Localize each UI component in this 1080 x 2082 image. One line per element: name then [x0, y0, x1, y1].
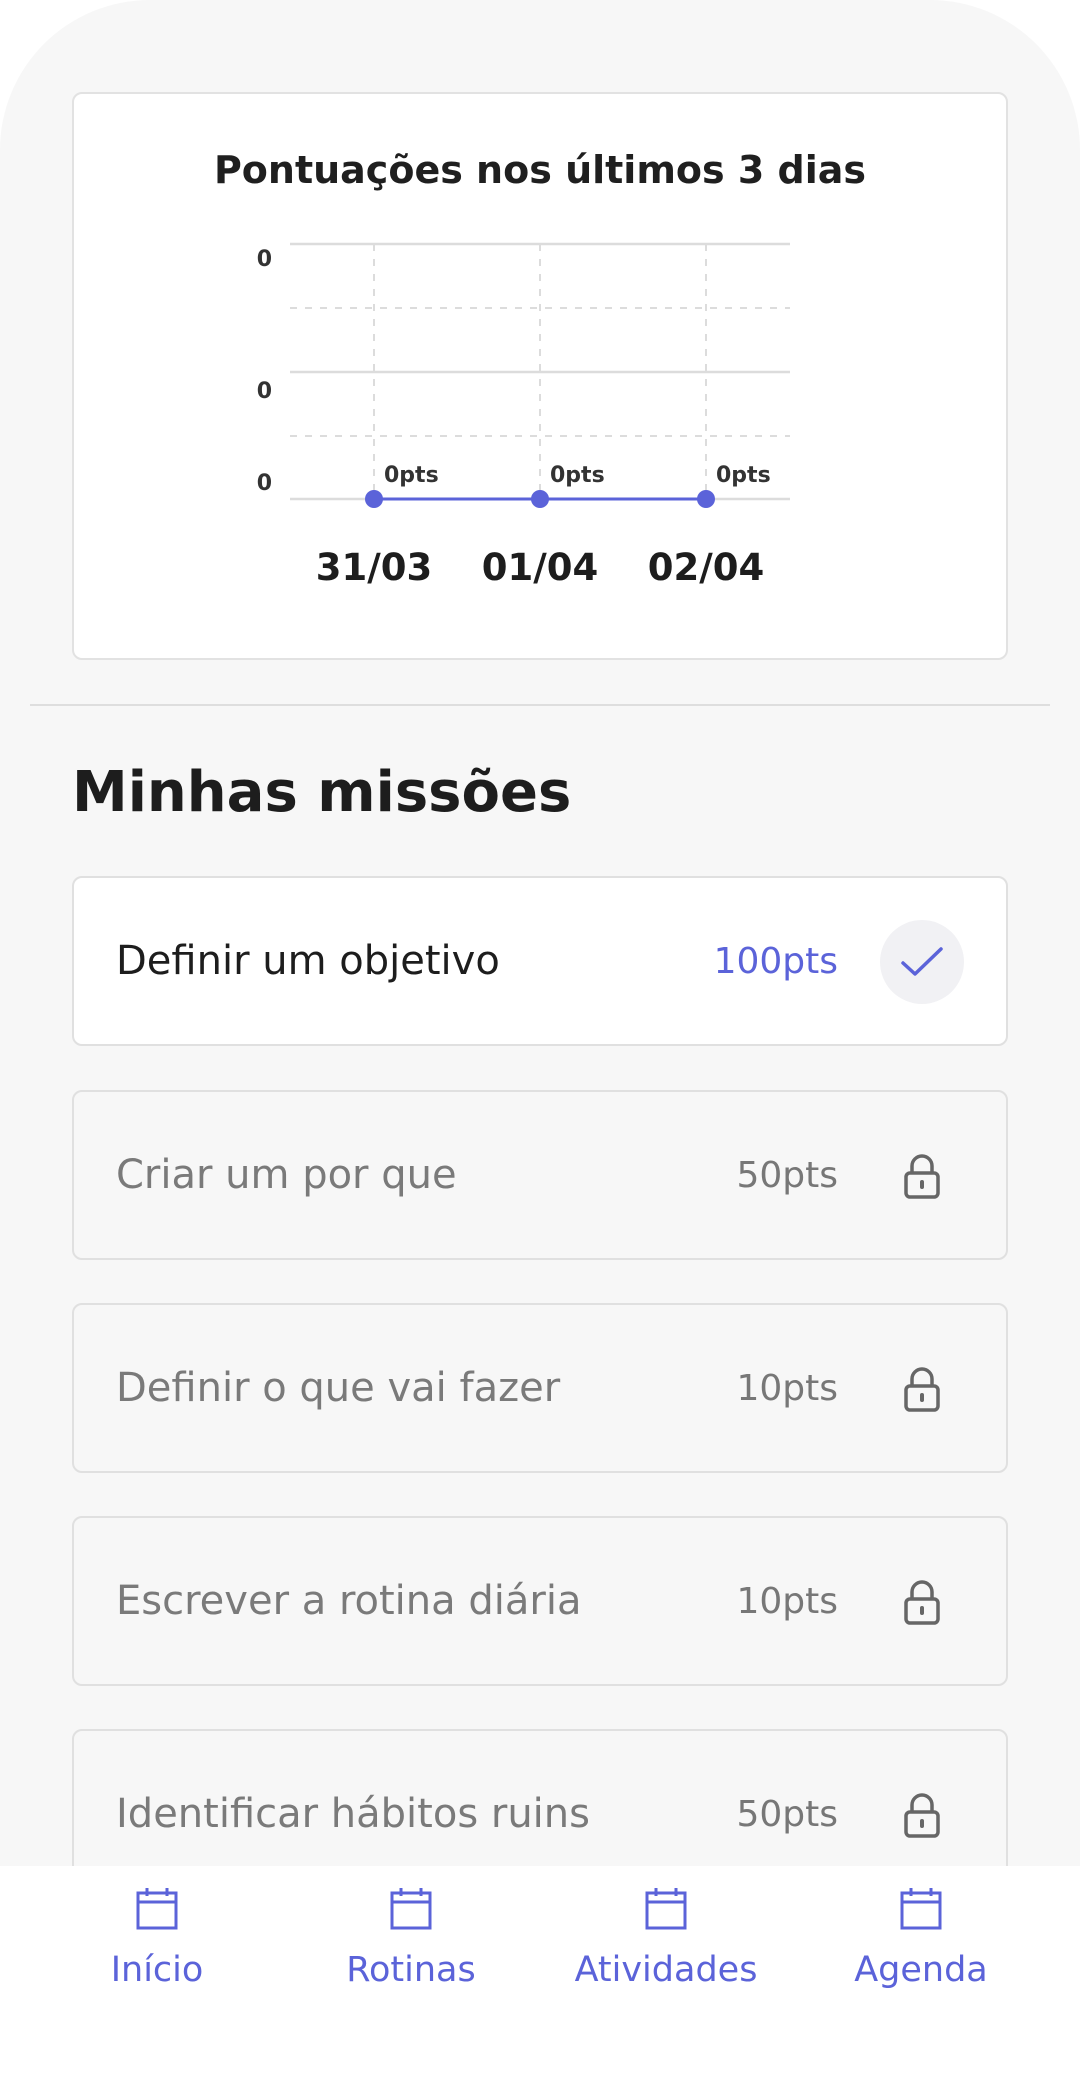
mission-points: 10pts	[736, 1580, 838, 1622]
mission-status[interactable]	[880, 920, 964, 1004]
nav-item-inicio[interactable]: Início	[57, 1886, 257, 2026]
x-tick-label: 02/04	[648, 546, 765, 589]
mission-item-create-why[interactable]: Criar um por que 50pts	[72, 1090, 1008, 1260]
mission-status	[880, 1560, 964, 1644]
calendar-icon	[645, 1888, 687, 1930]
nav-item-rotinas[interactable]: Rotinas	[311, 1886, 511, 2026]
mission-label: Criar um por que	[116, 1152, 457, 1198]
chart-x-ticks: 31/03 01/04 02/04	[316, 546, 765, 589]
nav-label: Rotinas	[346, 1950, 476, 1990]
data-point	[531, 490, 549, 508]
lock-icon	[904, 1580, 940, 1625]
chart-grid	[290, 242, 790, 501]
chart-y-ticks: 0 0 0	[257, 247, 272, 496]
section-divider	[30, 704, 1050, 706]
nav-label: Agenda	[854, 1950, 988, 1990]
chart-series: 0pts 0pts 0pts	[365, 463, 771, 508]
data-label: 0pts	[716, 463, 771, 488]
data-point	[697, 490, 715, 508]
mission-label: Definir o que vai fazer	[116, 1365, 561, 1411]
mission-status	[880, 1347, 964, 1431]
screen: Pontuações nos últimos 3 dias 000 0pts 0p…	[0, 0, 1080, 2082]
y-tick-label: 0	[257, 471, 272, 496]
y-tick-label: 0	[257, 379, 272, 404]
mission-points: 50pts	[736, 1154, 838, 1196]
bottom-nav: Início Rotinas Atividades Agenda	[0, 1866, 1080, 2082]
mission-label: Escrever a rotina diária	[116, 1578, 582, 1624]
x-tick-label: 01/04	[482, 546, 599, 589]
mission-item-define-goal[interactable]: Definir um objetivo 100pts	[72, 876, 1008, 1046]
nav-item-atividades[interactable]: Atividades	[566, 1886, 766, 2026]
mission-status	[880, 1134, 964, 1218]
mission-item-define-what[interactable]: Definir o que vai fazer 10pts	[72, 1303, 1008, 1473]
mission-points: 100pts	[713, 940, 838, 982]
calendar-icon	[136, 1888, 178, 1930]
mission-points: 10pts	[736, 1367, 838, 1409]
mission-status	[880, 1773, 964, 1857]
y-tick-label: 0	[257, 247, 272, 272]
missions-title: Minhas missões	[72, 760, 572, 825]
data-label: 0pts	[384, 463, 439, 488]
mission-label: Definir um objetivo	[116, 938, 500, 984]
calendar-icon	[900, 1888, 942, 1930]
mission-item-daily-routine[interactable]: Escrever a rotina diária 10pts	[72, 1516, 1008, 1686]
data-point	[365, 490, 383, 508]
data-label: 0pts	[550, 463, 605, 488]
calendar-icon	[390, 1888, 432, 1930]
nav-label: Início	[110, 1950, 204, 1990]
score-chart-card: Pontuações nos últimos 3 dias 000 0pts 0p…	[72, 92, 1008, 660]
score-chart: 0 0 0 0pts 0pts 0pts 31/03 01/04 02/04	[257, 242, 790, 589]
nav-label: Atividades	[574, 1950, 758, 1990]
check-icon[interactable]	[880, 920, 964, 1004]
nav-item-agenda[interactable]: Agenda	[821, 1886, 1021, 2026]
lock-icon	[904, 1367, 940, 1412]
lock-icon	[904, 1154, 940, 1199]
x-tick-label: 31/03	[316, 546, 433, 589]
lock-icon	[904, 1793, 940, 1838]
